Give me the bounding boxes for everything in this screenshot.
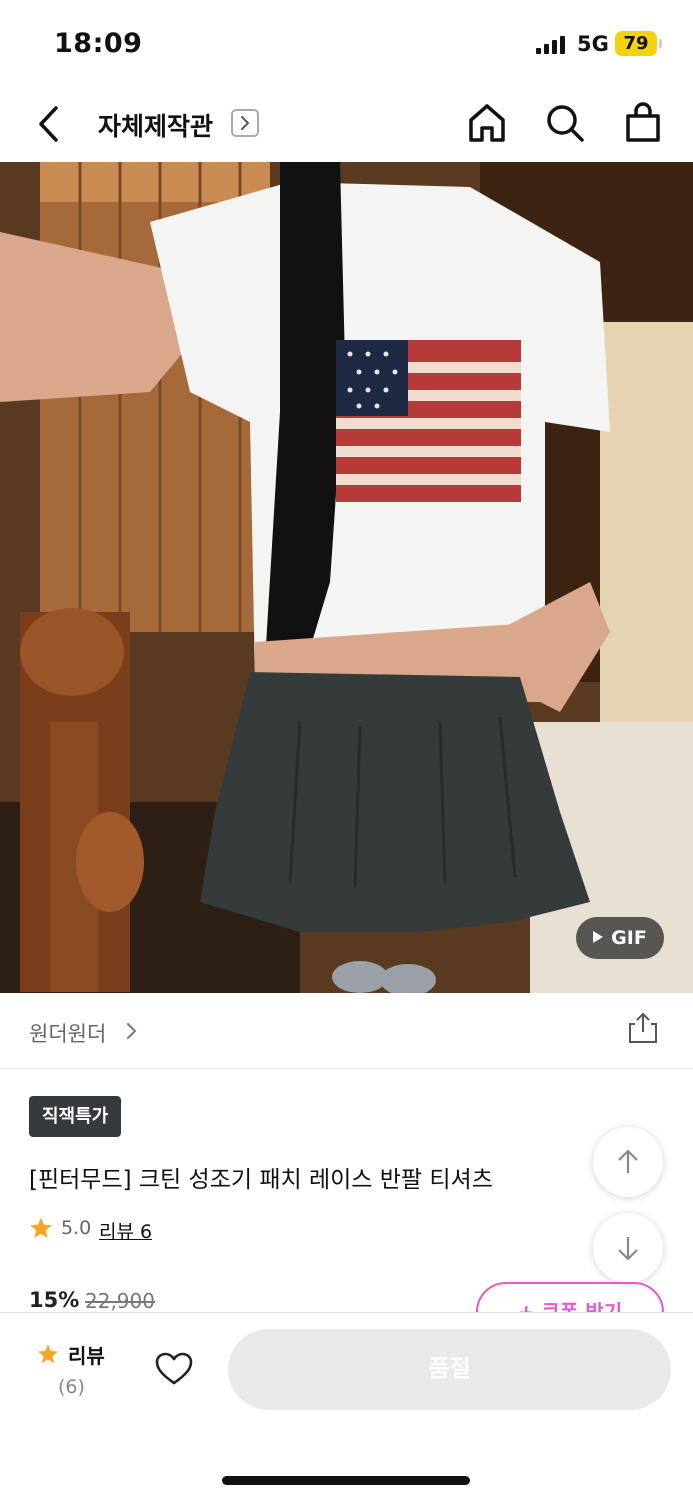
original-price: 22,900 [85, 1289, 155, 1313]
page-title[interactable]: 자체제작관 [98, 107, 213, 143]
chevron-right-icon[interactable] [231, 109, 259, 137]
play-icon [593, 931, 604, 943]
rating-score: 5.0 [61, 1217, 92, 1239]
signal-icon [536, 36, 568, 54]
network-label: 5G [577, 32, 609, 56]
arrow-down-icon [618, 1237, 638, 1261]
bag-icon[interactable] [621, 100, 665, 146]
review-link[interactable]: 리뷰 6 [99, 1217, 152, 1244]
discount-rate: 15% [29, 1288, 80, 1312]
bottom-action-bar: 리뷰 (6) 품절 [0, 1312, 693, 1500]
gif-badge[interactable]: GIF [576, 917, 664, 959]
gif-label: GIF [611, 927, 647, 949]
soldout-button[interactable]: 품절 [228, 1329, 671, 1410]
promo-tag: 직잭특가 [29, 1096, 122, 1137]
brand-link[interactable]: 원더원더 [29, 1018, 106, 1048]
chevron-right-icon[interactable] [123, 1021, 141, 1041]
review-count: (6) [58, 1376, 85, 1398]
brand-row: 원더원더 [0, 993, 693, 1069]
status-bar: 18:09 5G 79 [0, 0, 693, 88]
heart-icon[interactable] [154, 1349, 194, 1389]
scroll-up-button[interactable] [593, 1127, 663, 1197]
product-image[interactable] [0, 162, 693, 993]
battery-icon: 79 [615, 31, 662, 56]
product-title: [핀터무드] 크틴 성조기 패치 레이스 반팔 티셔츠 [29, 1167, 493, 1193]
scroll-down-button[interactable] [593, 1213, 663, 1283]
review-tab-label[interactable]: 리뷰 [68, 1340, 105, 1369]
star-icon [30, 1217, 52, 1238]
home-indicator[interactable] [222, 1476, 470, 1485]
top-nav: 자체제작관 [0, 88, 693, 162]
status-time: 18:09 [54, 28, 143, 59]
star-icon [38, 1344, 58, 1364]
back-icon[interactable] [30, 102, 70, 146]
search-icon[interactable] [543, 100, 587, 146]
product-photo [0, 162, 693, 993]
home-icon[interactable] [465, 100, 509, 146]
share-icon[interactable] [626, 1011, 660, 1045]
arrow-up-icon [618, 1149, 638, 1173]
